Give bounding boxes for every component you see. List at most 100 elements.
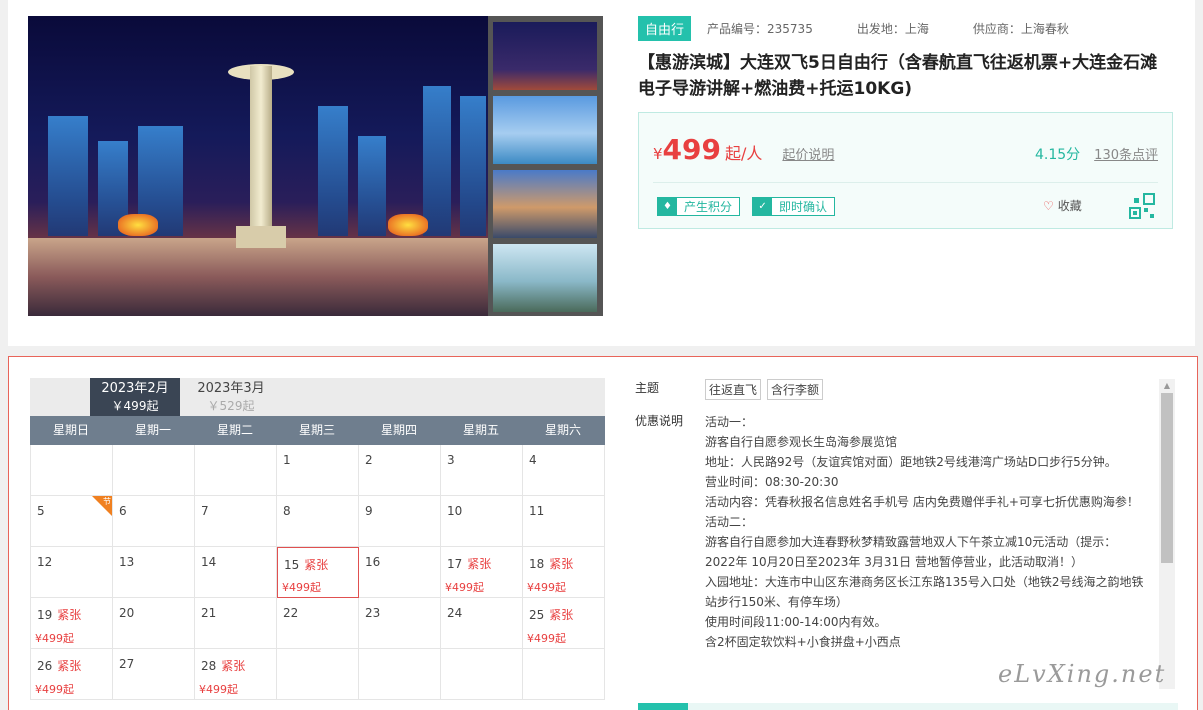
tab-month-mar[interactable]: 2023年3月 ￥529起: [186, 378, 276, 416]
holiday-mark: 节: [103, 497, 111, 506]
day-number: 20: [119, 606, 135, 620]
day-number: 3: [447, 453, 455, 467]
calendar-day[interactable]: 3: [441, 445, 523, 496]
product-type-tag: 自由行: [638, 15, 692, 41]
calendar-day[interactable]: 8: [277, 496, 359, 547]
promo-line: 游客自行自愿参观长生岛海参展览馆: [705, 435, 898, 449]
details-scrollbar[interactable]: ▲: [1159, 379, 1175, 689]
theme-label: 主题: [635, 381, 660, 395]
calendar-day[interactable]: 10: [441, 496, 523, 547]
weekday-label: 星期六: [544, 423, 581, 437]
calendar-day[interactable]: 9: [359, 496, 441, 547]
calendar-day[interactable]: 25 紧张 ¥499起: [523, 598, 605, 649]
calendar-day[interactable]: 22: [277, 598, 359, 649]
weekday-header: 星期日 星期一 星期二 星期三 星期四 星期五 星期六: [30, 416, 605, 445]
product-title: 【惠游滨城】大连双飞5日自由行（含春航直飞往返机票+大连金石滩电子导游讲解+燃油…: [638, 53, 1158, 99]
price-note-link[interactable]: 起价说明: [782, 144, 834, 163]
calendar-day[interactable]: 21: [195, 598, 277, 649]
day-number: 27: [119, 657, 135, 671]
availability-status: 紧张: [221, 659, 246, 673]
check-icon: ✓: [753, 198, 773, 215]
calendar-day[interactable]: 16: [359, 547, 441, 598]
product-info: 自由行 产品编号：235735 出发地：上海 供应商：上海春秋 【惠游滨城】大连…: [638, 15, 1173, 229]
calendar-day[interactable]: 17 紧张 ¥499起: [441, 547, 523, 598]
availability-status: 紧张: [467, 557, 492, 571]
promo-description: 活动一： 游客自行自愿参观长生岛海参展览馆 地址：人民路92号（友谊宾馆对面）距地铁…: [705, 412, 1145, 652]
scroll-thumb[interactable]: [1161, 393, 1173, 563]
favorite-button[interactable]: ♡ 收藏: [1043, 197, 1082, 214]
calendar-day[interactable]: 6: [113, 496, 195, 547]
calendar-empty-cell: [195, 445, 277, 496]
tab-month-feb[interactable]: 2023年2月 ￥499起: [90, 378, 180, 416]
day-number: 24: [447, 606, 463, 620]
calendar-day[interactable]: 15 紧张 ¥499起: [277, 547, 359, 598]
instant-confirm-badge: ✓ 即时确认: [752, 197, 836, 216]
booking-panel: 2023年2月 ￥499起 2023年3月 ￥529起 星期日 星期一 星期二 星期三…: [8, 356, 1198, 710]
calendar-empty-cell: [113, 445, 195, 496]
promo-line: 营业时间：08:30-20:30: [705, 475, 839, 489]
calendar-day[interactable]: 18 紧张 ¥499起: [523, 547, 605, 598]
product-details: 主题 往返直飞 含行李额 优惠说明 活动一： 游客自行自愿参观长生岛海参展览馆 地址…: [635, 379, 1175, 652]
calendar-day[interactable]: 24: [441, 598, 523, 649]
calendar-day[interactable]: 28 紧张 ¥499起: [195, 649, 277, 700]
product-header-panel: 自由行 产品编号：235735 出发地：上海 供应商：上海春秋 【惠游滨城】大连…: [8, 0, 1195, 346]
calendar-day[interactable]: 1: [277, 445, 359, 496]
photo-gallery: [28, 16, 603, 316]
day-number: 19: [37, 608, 53, 622]
price: 499: [662, 133, 721, 166]
scroll-up-icon[interactable]: ▲: [1159, 379, 1175, 393]
calendar-day[interactable]: 19 紧张 ¥499起: [31, 598, 113, 649]
day-price: ¥499起: [445, 581, 484, 594]
promo-row: 优惠说明 活动一： 游客自行自愿参观长生岛海参展览馆 地址：人民路92号（友谊宾馆对…: [635, 412, 1175, 652]
points-badge: ♦ 产生积分: [657, 197, 741, 216]
calendar-day[interactable]: 11: [523, 496, 605, 547]
calendar-day[interactable]: 23: [359, 598, 441, 649]
calendar-day[interactable]: 26 紧张 ¥499起: [31, 649, 113, 700]
day-number: 7: [201, 504, 209, 518]
price-calendar: 2023年2月 ￥499起 2023年3月 ￥529起 星期日 星期一 星期二 星期三…: [30, 378, 605, 700]
day-price: ¥499起: [35, 683, 74, 696]
day-number: 5: [37, 504, 45, 518]
availability-status: 紧张: [304, 558, 329, 572]
reviews-link[interactable]: 130条点评: [1094, 144, 1158, 163]
calendar-day[interactable]: 27: [113, 649, 195, 700]
day-number: 9: [365, 504, 373, 518]
day-number: 1: [283, 453, 291, 467]
thumbnail-4[interactable]: [493, 244, 597, 312]
theme-chip: 含行李额: [767, 379, 824, 400]
calendar-day[interactable]: 20: [113, 598, 195, 649]
calendar-empty-cell: [441, 649, 523, 700]
qr-code-icon[interactable]: [1129, 193, 1155, 219]
month-tabs: 2023年2月 ￥499起 2023年3月 ￥529起: [30, 378, 605, 416]
day-price: ¥499起: [282, 581, 321, 594]
day-number: 14: [201, 555, 217, 569]
promo-line: 活动二：: [705, 515, 754, 529]
day-price: ¥499起: [199, 683, 238, 696]
promo-label: 优惠说明: [635, 414, 684, 428]
promo-line: 活动内容：凭春秋报名信息姓名手机号 店内免费赠伴手礼+可享七折优惠购海参！: [705, 495, 1139, 509]
day-number: 22: [283, 606, 299, 620]
calendar-day[interactable]: 13: [113, 547, 195, 598]
heart-icon: ♡: [1043, 199, 1054, 213]
calendar-day[interactable]: 5节: [31, 496, 113, 547]
availability-status: 紧张: [57, 659, 82, 673]
calendar-day[interactable]: 4: [523, 445, 605, 496]
calendar-day[interactable]: 2: [359, 445, 441, 496]
currency-symbol: ¥: [653, 145, 663, 163]
calendar-day[interactable]: 12: [31, 547, 113, 598]
availability-status: 紧张: [57, 608, 82, 622]
calendar-day[interactable]: 14: [195, 547, 277, 598]
calendar-empty-cell: [359, 649, 441, 700]
promo-line: 游客自行自愿参加大连春野秋梦精致露营地双人下午茶立减10元活动（提示：2022年…: [705, 535, 1117, 569]
diamond-icon: ♦: [658, 198, 677, 215]
main-photo[interactable]: [28, 16, 488, 316]
supplier: 供应商：上海春秋: [972, 21, 1069, 36]
watermark: eLvXing.net: [998, 660, 1167, 688]
thumbnail-1[interactable]: [493, 22, 597, 90]
calendar-day[interactable]: 7: [195, 496, 277, 547]
thumbnail-2[interactable]: [493, 96, 597, 164]
day-number: 12: [37, 555, 53, 569]
thumbnail-3[interactable]: [493, 170, 597, 238]
day-number: 13: [119, 555, 135, 569]
details-tab[interactable]: [638, 703, 688, 710]
